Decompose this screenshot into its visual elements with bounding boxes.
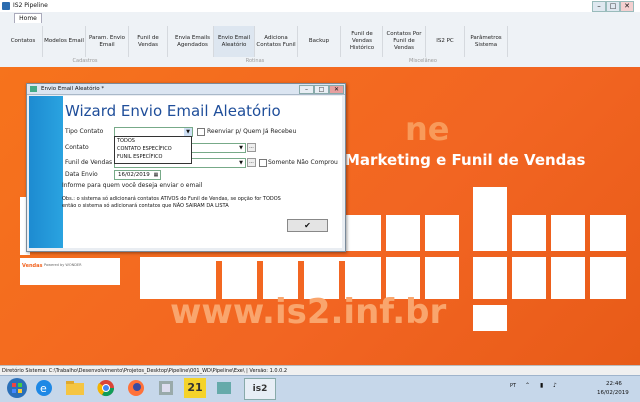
status-text: Diretório Sistema: C:\Trabalho\Desenvolv… (2, 368, 288, 374)
vendas-logo: Vendas Powered by WONDER (20, 258, 120, 285)
ribbon-group-miscelaneo: Miscelâneo (409, 58, 437, 64)
dropdown-option-funil[interactable]: FUNIL ESPECÍFICO (117, 154, 162, 160)
tray-chevron-icon[interactable]: ⌃ (525, 382, 530, 389)
dropdown-option-todos[interactable]: TODOS (117, 138, 135, 144)
tile (473, 305, 507, 331)
tile (590, 215, 626, 251)
language-indicator[interactable]: PT (510, 383, 516, 389)
windev-badge[interactable]: 21 (184, 378, 206, 398)
dialog-maximize-button[interactable]: □ (314, 85, 329, 94)
chrome-icon[interactable] (96, 378, 122, 398)
obs-text-line2: então o sistema só adicionará contatos q… (62, 203, 229, 209)
dialog-titlebar: Envio Email Aleatório * – □ ✕ (27, 84, 345, 95)
contato-ellipsis-button[interactable]: ... (247, 143, 256, 152)
ribbon-button-contatos[interactable]: Contatos (4, 26, 43, 57)
logo-sub: Powered by WONDER (44, 263, 82, 267)
minimize-button[interactable]: – (592, 1, 606, 12)
ribbon-button-contatos-funil[interactable]: Contatos Por Funil de Vendas (383, 26, 426, 57)
network-icon[interactable]: ▮ (540, 382, 543, 389)
tool-icon[interactable] (156, 378, 182, 398)
dialog-title: Envio Email Aleatório * (41, 86, 105, 92)
tile (425, 215, 459, 251)
tipo-contato-dropdown: TODOS CONTATO ESPECÍFICO FUNIL ESPECÍFIC… (114, 136, 192, 164)
explorer-icon[interactable] (64, 378, 90, 398)
ribbon-button-adiciona-contatos[interactable]: Adiciona Contatos Funil (255, 26, 298, 57)
ribbon-group-rotinas: Rotinas (245, 58, 265, 64)
brand-partial-text: ne (405, 110, 450, 148)
contato-label: Contato (65, 144, 89, 151)
brand-tagline: Marketing e Funil de Vendas (345, 151, 586, 169)
somente-nao-checkbox[interactable] (259, 159, 267, 167)
ribbon-button-modelos-email[interactable]: Modelos Email (43, 26, 86, 57)
start-icon[interactable] (6, 377, 32, 398)
svg-text:e: e (40, 382, 47, 395)
data-envio-input[interactable]: 16/02/2019 ▦ (114, 170, 161, 180)
is2-taskbar-button[interactable]: is2 (244, 378, 276, 400)
app-icon (2, 2, 10, 10)
ok-button[interactable]: ✔ (287, 219, 328, 232)
wizard-heading: Wizard Envio Email Aleatório (65, 102, 281, 120)
window-title: IS2 Pipeline (13, 2, 48, 9)
close-button[interactable]: ✕ (620, 1, 634, 12)
tile (473, 257, 507, 299)
dialog-close-button[interactable]: ✕ (329, 85, 344, 94)
tile (473, 187, 507, 251)
logo-text: Vendas (22, 263, 43, 269)
ribbon-button-envia-agendados[interactable]: Envia Emails Agendados (172, 26, 214, 57)
ribbon-button-param-envio[interactable]: Param. Envio Email (86, 26, 129, 57)
clock-date[interactable]: 16/02/2019 (597, 390, 629, 396)
reenviar-label: Reenviar p/ Quem Já Recebeu (207, 128, 297, 135)
funil-label: Funil de Vendas (65, 159, 113, 166)
ribbon-button-backup[interactable]: Backup (298, 26, 341, 57)
chevron-down-icon: ▼ (184, 128, 192, 136)
funil-ellipsis-button[interactable]: ... (247, 158, 256, 167)
ie-icon[interactable]: e (34, 378, 60, 398)
maximize-button[interactable]: □ (606, 1, 620, 12)
tile (512, 257, 546, 299)
data-envio-value: 16/02/2019 (118, 172, 150, 178)
data-envio-label: Data Envio (65, 171, 98, 178)
ribbon-button-funil[interactable]: Funil de Vendas (129, 26, 168, 57)
reenviar-checkbox[interactable] (197, 128, 205, 136)
tab-home[interactable]: Home (14, 13, 42, 23)
dropdown-option-contato[interactable]: CONTATO ESPECÍFICO (117, 146, 172, 152)
firefox-icon[interactable] (126, 378, 152, 398)
tile (345, 215, 381, 251)
ribbon-group-cadastros: Cadastros (72, 58, 98, 64)
dialog-minimize-button[interactable]: – (299, 85, 314, 94)
ribbon-button-funil-historico[interactable]: Funil de Vendas Histórico (342, 26, 383, 57)
brand-url: www.is2.inf.br (170, 292, 447, 332)
ribbon-button-envio-aleatorio[interactable]: Envio Email Aleatório (214, 26, 255, 57)
tile (590, 257, 626, 299)
dialog-side-panel (29, 96, 63, 248)
dialog-icon (30, 86, 37, 92)
ribbon-button-parametros[interactable]: Parâmetros Sistema (465, 26, 508, 57)
tipo-contato-label: Tipo Contato (65, 128, 104, 135)
tile (551, 215, 585, 251)
calendar-icon[interactable]: ▦ (152, 171, 160, 179)
somente-nao-label: Somente Não Comprou (268, 159, 338, 166)
volume-icon[interactable]: ♪ (553, 382, 557, 389)
info-text: Informe para quem você deseja enviar o e… (62, 182, 203, 189)
clock-time[interactable]: 22:46 (606, 381, 622, 387)
app-icon[interactable] (214, 378, 240, 398)
tile (512, 215, 546, 251)
chevron-down-icon: ▼ (239, 160, 243, 166)
tile (386, 215, 420, 251)
chevron-down-icon: ▼ (239, 145, 243, 151)
tile (551, 257, 585, 299)
obs-text-line1: Obs.: o sistema só adicionará contatos A… (62, 196, 281, 202)
ribbon-button-is2pc[interactable]: IS2 PC (426, 26, 465, 57)
